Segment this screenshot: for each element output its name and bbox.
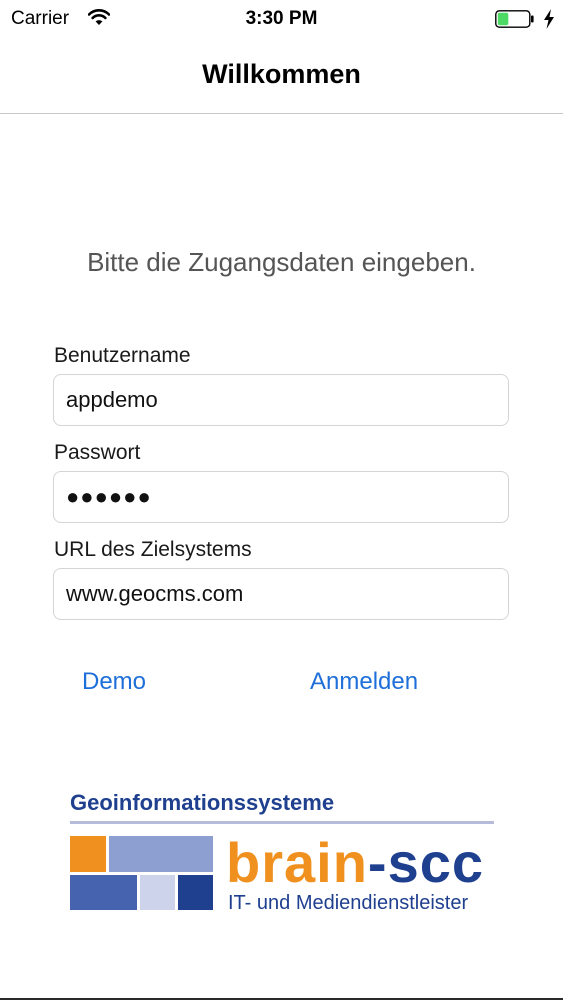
logo-heading: Geoinformationssysteme [70, 790, 334, 815]
url-label: URL des Zielsystems [54, 538, 252, 561]
battery-icon [495, 10, 534, 28]
password-label: Passwort [54, 441, 141, 464]
charging-bolt-icon [544, 9, 554, 29]
status-time: 3:30 PM [245, 8, 318, 29]
url-input[interactable]: www.geocms.com [53, 568, 509, 620]
logo-brand-main: brain [226, 831, 368, 894]
battery-fill [497, 12, 509, 26]
demo-button[interactable]: Demo [82, 668, 146, 696]
instruction-text: Bitte die Zugangsdaten eingeben. [87, 247, 476, 277]
brain-scc-logo: Geoinformationssysteme brain-scc IT- und… [70, 790, 494, 914]
status-bar: Carrier 3:30 PM [0, 0, 563, 40]
logo-brand-suffix: -scc [368, 831, 484, 894]
password-dots: ●●●●●● [66, 484, 152, 509]
username-label: Benutzername [54, 344, 191, 367]
svg-text:brain-scc: brain-scc [226, 831, 484, 894]
username-input[interactable]: appdemo [53, 374, 509, 426]
navigation-bar: Willkommen [0, 40, 563, 114]
logo-tagline: IT- und Mediendienstleister [228, 892, 468, 914]
password-input[interactable]: ●●●●●● [53, 471, 509, 523]
page-title: Willkommen [202, 59, 361, 89]
login-button[interactable]: Anmelden [310, 668, 418, 696]
